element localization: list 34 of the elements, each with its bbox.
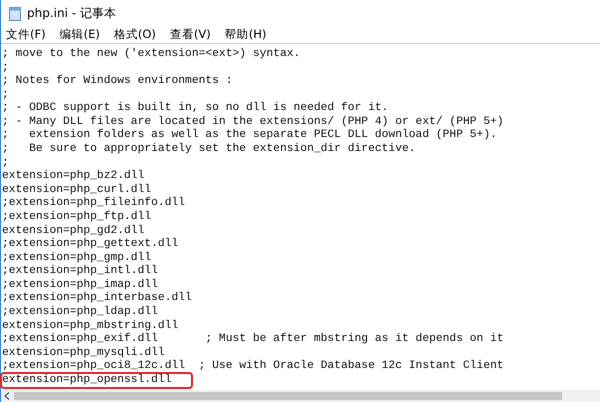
code-line: ;extension=php_fileinfo.dll <box>2 197 186 210</box>
code-line: ; extension folders as well as the separate PECL DLL download (PHP 5+). <box>2 129 497 142</box>
code-line: ;extension=php_oci8_12c.dll ; Use with Oracle Database 12c Instant Client <box>2 360 504 374</box>
code-line: ; <box>2 156 9 170</box>
code-line: extension=php_mysqli.dll <box>2 346 165 360</box>
code-line: extension=php_gd2.dll <box>2 224 144 238</box>
code-line: ; - ODBC support is built in, so no dll is needed for it. <box>2 102 388 116</box>
menu-item[interactable]: 格式(O) <box>112 27 157 41</box>
code-line: ; move to the new ('extension=<ext>) syntax. <box>2 48 300 62</box>
code-line: ; - Many DLL files are located in the extensions/ (PHP 4) or ext/ (PHP 5+) <box>2 116 504 128</box>
notepad-icon <box>9 6 21 20</box>
scrollbar-thumb[interactable] <box>14 392 562 400</box>
code-line: ; Be sure to appropriately set the extension_dir directive. <box>2 143 416 157</box>
code-line: ;extension=php_imap.dll <box>2 278 158 292</box>
code-line: ;extension=php_interbase.dll <box>2 292 192 306</box>
code-line: extension=php_bz2.dll <box>2 170 144 184</box>
code-line: ; Notes for Windows environments : <box>2 75 232 89</box>
horizontal-scrollbar[interactable] <box>1 390 600 402</box>
code-line: ;extension=php_gettext.dll <box>2 238 178 252</box>
highlighted-code-line: extension=php_openssl.dll <box>2 374 192 388</box>
window-title: php.ini - 记事本 <box>27 5 116 22</box>
code-line: ;extension=php_gmp.dll <box>2 252 152 264</box>
code-line: extension=php_curl.dll <box>2 184 152 196</box>
menu-item[interactable]: 帮助(H) <box>224 27 268 41</box>
code-line: ; <box>2 62 9 76</box>
code-line: ; <box>2 88 9 102</box>
code-line: ;extension=php_ftp.dll <box>2 210 152 224</box>
menu-item[interactable]: 文件(F) <box>5 27 47 41</box>
menu-item[interactable]: 编辑(E) <box>58 27 101 41</box>
code-line: ;extension=php_ldap.dll <box>2 306 158 320</box>
code-line: ;extension=php_intl.dll <box>2 265 158 278</box>
menu-item[interactable]: 查看(V) <box>168 27 212 41</box>
code-line: extension=php_mbstring.dll <box>2 320 178 332</box>
code-line: ;extension=php_exif.dll ; Must be after mbstring as it depends on it <box>2 333 504 346</box>
